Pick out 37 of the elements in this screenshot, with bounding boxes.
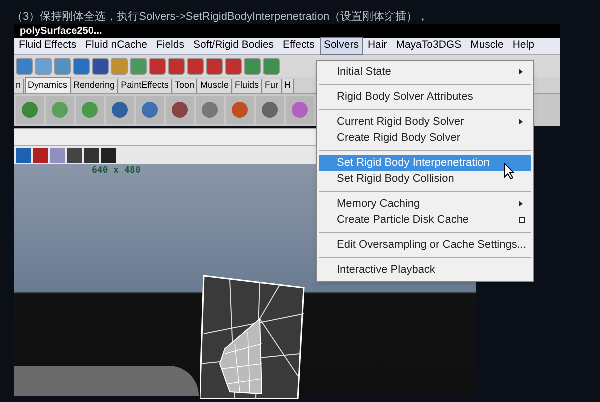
shelf-tab[interactable]: Dynamics [25, 77, 71, 93]
shelf-tab[interactable]: Toon [172, 79, 198, 93]
menu-option[interactable]: Interactive Playback [319, 262, 531, 278]
option-box-icon[interactable] [519, 217, 525, 223]
menu-item[interactable]: Effects [279, 37, 319, 55]
menu-option[interactable]: Set Rigid Body Collision [319, 171, 531, 187]
tool-icon[interactable] [33, 148, 48, 162]
shelf-tab[interactable]: H [282, 79, 294, 93]
caption-text: （3）保持刚体全选，执行Solvers->SetRigidBodyInterpenetration（设置刚体穿插）， [12, 11, 429, 23]
menu-item[interactable]: Fluid Effects [15, 37, 81, 55]
cursor-icon [504, 163, 516, 180]
menu-item[interactable]: Soft/Rigid Bodies [189, 37, 278, 55]
tool-icon[interactable] [84, 148, 99, 162]
menu-option[interactable]: Rigid Body Solver Attributes [319, 89, 531, 105]
menu-option[interactable]: Memory Caching [319, 196, 531, 212]
menu-item[interactable]: Fluid nCache [82, 37, 152, 55]
window-title: polySurface250... [20, 24, 102, 38]
tool-icon[interactable] [67, 148, 82, 162]
menu-option[interactable]: Create Rigid Body Solver [319, 130, 531, 146]
shelf-tab[interactable]: Rendering [72, 79, 118, 93]
resolution-label: 640 x 480 [92, 165, 141, 178]
menu-option[interactable]: Initial State [319, 64, 531, 80]
shelf-tab[interactable]: PaintEffects [119, 79, 172, 93]
shelf-tab[interactable]: Fur [263, 79, 282, 93]
shelf-tab[interactable]: Muscle [198, 79, 232, 93]
menu-option[interactable]: Edit Oversampling or Cache Settings... [319, 237, 531, 253]
tool-icon[interactable] [101, 148, 116, 162]
menu-option[interactable]: Current Rigid Body Solver [319, 114, 531, 130]
menu-item[interactable]: Fields [152, 37, 188, 55]
menu-option[interactable]: Create Particle Disk Cache [319, 212, 531, 228]
menu-item[interactable]: Muscle [466, 37, 508, 55]
menu-item[interactable]: Solvers [320, 37, 363, 55]
menu-item[interactable]: MayaTo3DGS [392, 37, 466, 55]
menu-item[interactable]: Help [508, 37, 538, 55]
shelf-tab[interactable]: n [14, 79, 24, 93]
shelf-tab[interactable]: Fluids [232, 79, 262, 93]
menu-item[interactable]: Hair [364, 37, 392, 55]
